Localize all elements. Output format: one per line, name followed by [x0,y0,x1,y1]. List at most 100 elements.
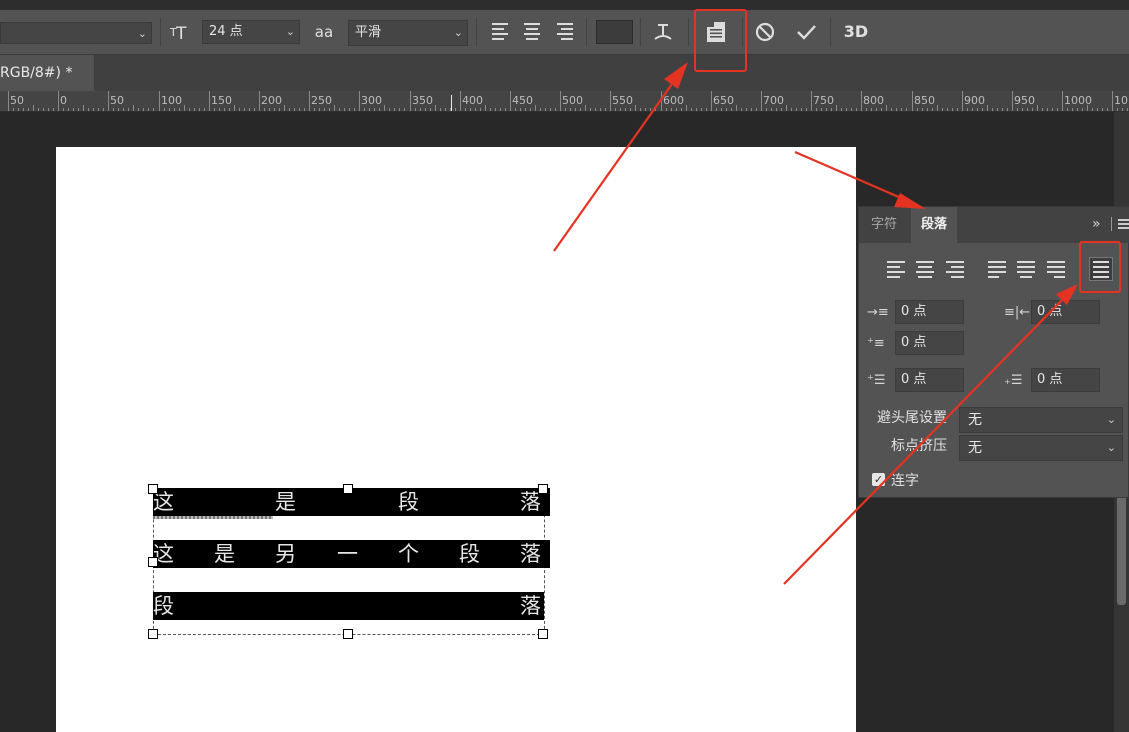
ruler-tick [962,91,963,111]
ruler-tick [78,108,79,111]
justify-last-center-icon[interactable] [1015,259,1037,281]
ruler-tick [906,108,907,111]
ruler-tick [1102,108,1103,111]
ruler-tick [691,108,692,111]
ruler-label: 550 [612,94,633,107]
resize-handle-top[interactable] [343,484,353,494]
space-after-field[interactable]: 0 点 [1031,368,1100,392]
commit-edit-button[interactable] [792,20,820,51]
ruler-tick [435,105,436,111]
paragraph-text-box[interactable]: 这 是 段 落 这 是 另 一 个 段 落 段 落 [148,484,550,640]
ruler-tick [430,108,431,111]
ruler-tick [716,108,717,111]
ruler-label: 10 [1114,94,1128,107]
tab-character[interactable]: 字符 [861,207,907,243]
ruler-tick [987,105,988,111]
ruler-tick [48,108,49,111]
ruler-tick [289,108,290,111]
resize-handle-left[interactable] [148,557,158,567]
warp-text-icon [654,24,672,40]
font-size-value: 24 点 [209,24,243,39]
resize-handle-bottom[interactable] [343,629,353,639]
ruler-tick [349,108,350,111]
ruler-tick [540,108,541,111]
ruler-tick [957,108,958,111]
text-char: 一 [337,542,358,566]
panel-divider [1111,217,1112,231]
ruler-tick [1092,108,1093,111]
ruler-tick [620,108,621,111]
ruler-tick [1127,108,1128,111]
ruler-tick [184,105,185,111]
kinsoku-select[interactable]: 无 ⌄ [959,407,1123,433]
ruler-tick [932,108,933,111]
ruler-tick [1062,91,1063,111]
font-size-dropdown[interactable]: 24 点 ⌄ [202,20,300,44]
collapse-panel-icon[interactable]: » [1092,216,1101,232]
ruler-tick [379,108,380,111]
align-left-icon[interactable] [885,259,907,281]
ruler-tick [455,108,456,111]
scrollbar-thumb[interactable] [1117,495,1126,605]
resize-handle-bottom-left[interactable] [148,629,158,639]
text-color-swatch[interactable] [596,20,633,44]
ruler-tick [279,108,280,111]
resize-handle-top-left[interactable] [148,484,158,494]
align-right-button[interactable] [553,20,577,49]
panel-menu-icon[interactable] [1118,219,1129,229]
ruler-tick [1082,108,1083,111]
ruler-tick [199,108,200,111]
ruler-label: 800 [863,94,884,107]
document-canvas[interactable] [56,147,856,732]
text-char: 另 [275,542,296,566]
warp-text-button[interactable] [650,20,676,51]
align-center-button[interactable] [520,20,544,49]
align-right-icon[interactable] [944,259,966,281]
tab-paragraph[interactable]: 段落 [911,207,958,243]
ruler-tick [364,108,365,111]
space-before-field[interactable]: 0 点 [895,368,964,392]
ruler-label: 600 [663,94,684,107]
document-tab[interactable]: RGB/8#) * × [0,55,94,117]
align-center-icon[interactable] [914,259,936,281]
ruler-tick [811,91,812,111]
justify-last-right-icon[interactable] [1045,259,1067,281]
indent-right-field[interactable]: 0 点 [1031,300,1100,324]
threed-button[interactable]: 3D [842,20,870,44]
ruler-tick [721,108,722,111]
ruler-tick [495,108,496,111]
text-char: 段 [398,490,419,514]
hyphenate-checkbox[interactable]: ✓ [872,473,885,486]
align-left-button[interactable] [488,20,512,49]
ruler-tick [806,108,807,111]
resize-handle-bottom-right[interactable] [538,629,548,639]
toolbar-separator [640,18,641,46]
ruler-tick [952,108,953,111]
font-style-dropdown[interactable]: ⌄ [0,22,152,44]
ruler-tick [314,108,315,111]
justify-last-left-icon[interactable] [986,259,1008,281]
toolbar-separator [688,18,689,46]
ruler-tick [836,105,837,111]
ruler-cursor-marker [451,95,452,111]
antialias-dropdown[interactable]: 平滑 ⌄ [348,20,468,46]
indent-first-line-field[interactable]: 0 点 [895,331,964,355]
ruler-tick [972,108,973,111]
cancel-edit-button[interactable] [752,20,778,51]
ruler-tick [93,108,94,111]
ruler-tick [676,108,677,111]
ruler-tick [394,108,395,111]
ruler-label: 400 [462,94,483,107]
ruler-tick [736,105,737,111]
ruler-tick [1007,108,1008,111]
ruler-tick [640,108,641,111]
ruler-tick [896,108,897,111]
ruler-tick [701,108,702,111]
ruler-tick [249,108,250,111]
mojikumi-select[interactable]: 无 ⌄ [959,435,1123,461]
indent-left-field[interactable]: 0 点 [895,300,964,324]
ruler-tick [1072,108,1073,111]
ruler-label: 100 [161,94,182,107]
resize-handle-top-right[interactable] [538,484,548,494]
ruler-label: 750 [813,94,834,107]
